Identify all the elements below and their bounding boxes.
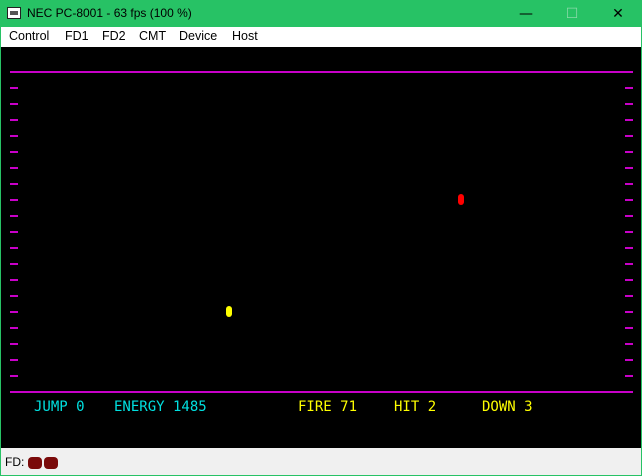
- border-tick: [625, 263, 633, 265]
- fire-counter: FIRE 71: [298, 399, 358, 415]
- border-tick: [625, 199, 633, 201]
- minimize-button[interactable]: —: [503, 1, 549, 27]
- maximize-button[interactable]: ☐: [549, 1, 595, 27]
- border-tick: [10, 247, 18, 249]
- close-button[interactable]: ✕: [595, 1, 641, 27]
- border-tick: [10, 263, 18, 265]
- border-tick: [10, 119, 18, 121]
- border-tick: [10, 231, 18, 233]
- player-sprite: [226, 306, 232, 317]
- border-tick: [625, 279, 633, 281]
- border-tick: [625, 183, 633, 185]
- border-tick: [10, 215, 18, 217]
- down-counter: DOWN 3: [482, 399, 533, 415]
- border-tick: [625, 375, 633, 377]
- border-tick: [625, 87, 633, 89]
- border-tick: [10, 375, 18, 377]
- emulator-window: NEC PC-8001 - 63 fps (100 %) — ☐ ✕ Contr…: [0, 0, 642, 476]
- border-tick: [10, 279, 18, 281]
- fd1-access-led-icon: [28, 457, 42, 469]
- menu-host[interactable]: Host: [232, 29, 258, 43]
- border-tick: [10, 167, 18, 169]
- window-title: NEC PC-8001 - 63 fps (100 %): [27, 6, 192, 20]
- border-tick: [10, 327, 18, 329]
- menu-bar: Control FD1 FD2 CMT Device Host: [1, 27, 641, 47]
- border-tick: [10, 103, 18, 105]
- border-tick: [625, 359, 633, 361]
- energy-counter: ENERGY 1485: [114, 399, 207, 415]
- enemy-sprite: [458, 194, 464, 205]
- border-tick: [10, 135, 18, 137]
- border-tick: [10, 183, 18, 185]
- title-bar[interactable]: NEC PC-8001 - 63 fps (100 %) — ☐ ✕: [1, 1, 641, 27]
- border-tick: [10, 295, 18, 297]
- border-tick: [625, 119, 633, 121]
- top-border: [10, 71, 633, 73]
- border-tick: [625, 135, 633, 137]
- border-tick: [10, 199, 18, 201]
- border-tick: [625, 295, 633, 297]
- menu-fd2[interactable]: FD2: [102, 29, 126, 43]
- menu-fd1[interactable]: FD1: [65, 29, 89, 43]
- border-tick: [10, 311, 18, 313]
- menu-control[interactable]: Control: [9, 29, 49, 43]
- border-tick: [10, 343, 18, 345]
- border-tick: [625, 343, 633, 345]
- hit-counter: HIT 2: [394, 399, 437, 415]
- border-tick: [10, 87, 18, 89]
- menu-cmt[interactable]: CMT: [139, 29, 166, 43]
- emulator-screen[interactable]: JUMP 0 ENERGY 1485 FIRE 71 HIT 2 DOWN 3: [1, 47, 641, 448]
- app-icon: [7, 7, 21, 19]
- border-tick: [625, 247, 633, 249]
- border-tick: [10, 359, 18, 361]
- border-tick: [625, 311, 633, 313]
- border-tick: [625, 215, 633, 217]
- border-tick: [625, 167, 633, 169]
- fd-label: FD:: [5, 455, 25, 469]
- status-bar: FD:: [1, 448, 641, 475]
- border-tick: [625, 327, 633, 329]
- border-tick: [625, 231, 633, 233]
- border-tick: [625, 151, 633, 153]
- border-tick: [625, 103, 633, 105]
- menu-device[interactable]: Device: [179, 29, 217, 43]
- fd2-access-led-icon: [44, 457, 58, 469]
- bottom-border: [10, 391, 633, 393]
- border-tick: [10, 151, 18, 153]
- jump-counter: JUMP 0: [34, 399, 85, 415]
